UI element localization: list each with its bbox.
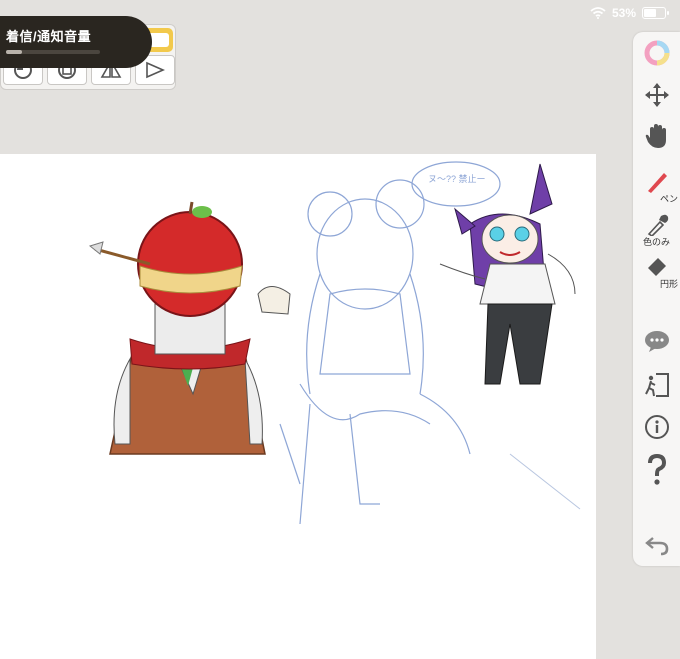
move-button[interactable] [633, 82, 680, 108]
eyedropper-icon [647, 214, 668, 236]
pen-label: ペン [659, 194, 678, 204]
comment-button[interactable] [633, 329, 680, 353]
status-bar: 53% [590, 4, 669, 22]
shape-label: 円形 [659, 279, 678, 289]
right-toolbar: ペン 色のみ 円形 [633, 32, 680, 566]
info-icon [644, 415, 669, 439]
battery-percent: 53% [611, 6, 636, 20]
exit-door-icon [644, 373, 669, 397]
eraser-shape-icon [647, 258, 666, 276]
color-wheel-icon [644, 40, 669, 66]
battery-level [644, 9, 656, 17]
pale-character-sketch [279, 161, 501, 525]
eyedropper-label: 色のみ [642, 237, 670, 247]
help-button[interactable] [633, 454, 680, 486]
volume-level [6, 50, 22, 54]
cat-girl-character [439, 163, 581, 510]
apple-head-character [88, 201, 291, 455]
volume-hud-label: 着信/通知音量 [6, 29, 92, 44]
undo-button[interactable] [633, 532, 680, 556]
move-arrows-icon [644, 83, 669, 107]
hand-icon [645, 124, 666, 148]
speech-bubble-text: ヌ〜?? 禁止ー [428, 173, 486, 184]
pen-tool-button[interactable]: ペン [633, 169, 680, 204]
exit-button[interactable] [633, 372, 680, 398]
speech-bubble-icon [644, 331, 669, 352]
undo-icon [644, 537, 668, 556]
triangle-icon [146, 61, 165, 79]
question-mark-icon [647, 454, 666, 485]
sketch-illustration: ヌ〜?? 禁止ー [88, 161, 581, 525]
hand-button[interactable] [633, 122, 680, 150]
wifi-icon [590, 7, 606, 19]
shape-tool-button[interactable]: 円形 [633, 254, 680, 289]
battery-icon [642, 7, 669, 19]
pen-icon [647, 173, 667, 193]
drawing-canvas[interactable]: ヌ〜?? 禁止ー [0, 154, 596, 659]
volume-track [6, 50, 100, 54]
volume-hud: 着信/通知音量 [0, 16, 152, 68]
eyedropper-button[interactable]: 色のみ [633, 212, 680, 247]
info-button[interactable] [633, 414, 680, 440]
color-wheel-button[interactable] [633, 40, 680, 66]
